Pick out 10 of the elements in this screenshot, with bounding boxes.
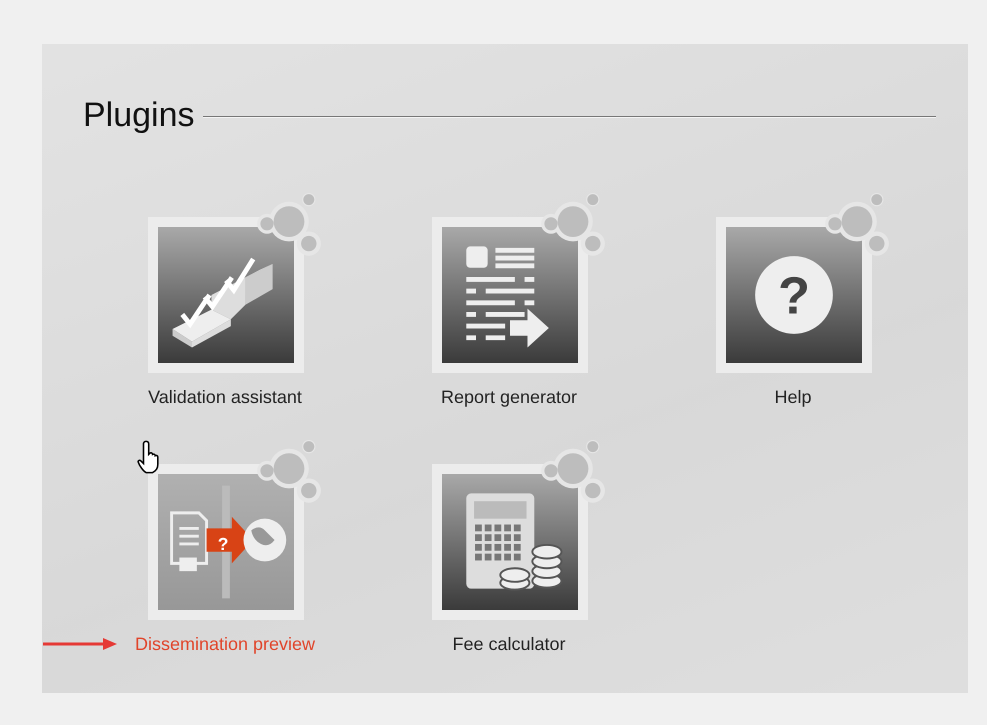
plugin-tile[interactable]: ? — [716, 217, 872, 373]
plugin-tile[interactable] — [432, 217, 588, 373]
plugin-label[interactable]: Fee calculator — [452, 634, 566, 654]
plugin-label[interactable]: Help — [774, 387, 812, 407]
panel-title: Plugins — [83, 96, 195, 135]
plugin-tile[interactable]: ? — [148, 464, 304, 620]
plugin-tile[interactable] — [148, 217, 304, 373]
plugin-label[interactable]: Report generator — [440, 387, 578, 407]
plugin-label[interactable]: Validation assistant — [148, 387, 302, 407]
plugin-tile[interactable] — [432, 464, 588, 620]
